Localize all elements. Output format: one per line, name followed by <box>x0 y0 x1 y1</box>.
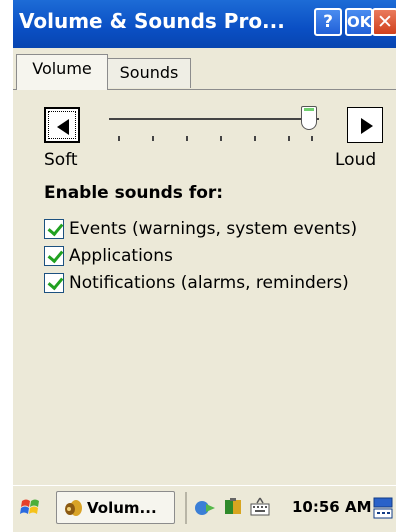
clock[interactable]: 10:56 AM <box>292 498 372 516</box>
volume-slider-thumb[interactable] <box>300 106 317 130</box>
device-screen: Volume & Sounds Pro... ? OK ✕ Volume Sou… <box>13 0 398 532</box>
tab-sounds[interactable]: Sounds <box>107 58 191 88</box>
tray-divider <box>185 492 187 524</box>
checkbox-label[interactable]: Applications <box>69 246 173 266</box>
slider-tick <box>220 136 222 141</box>
slider-tick <box>186 136 188 141</box>
slider-tick <box>118 136 120 141</box>
slider-tick <box>311 136 313 141</box>
right-arrow-icon <box>361 118 373 134</box>
input-panel-icon[interactable] <box>372 496 394 520</box>
help-button[interactable]: ? <box>314 8 342 36</box>
checkbox-box[interactable] <box>44 246 64 266</box>
ok-button[interactable]: OK <box>345 8 373 36</box>
sync-icon[interactable] <box>222 496 244 518</box>
enable-sounds-heading: Enable sounds for: <box>44 183 224 203</box>
tab-strip: Volume Sounds <box>13 52 396 92</box>
volume-increase-button[interactable] <box>347 107 383 143</box>
taskbar: Volum... 10:56 AM <box>13 485 396 532</box>
volume-decrease-button[interactable] <box>44 107 80 143</box>
slider-tick <box>152 136 154 141</box>
slider-tick <box>288 136 290 141</box>
volume-app-icon <box>65 500 82 516</box>
slider-tick <box>254 136 256 141</box>
checkbox-label[interactable]: Events (warnings, system events) <box>69 219 357 239</box>
soft-label: Soft <box>44 150 78 170</box>
checkbox-box[interactable] <box>44 219 64 239</box>
checkbox-box[interactable] <box>44 273 64 293</box>
task-button-label: Volum... <box>87 499 157 517</box>
tab-volume[interactable]: Volume <box>16 54 108 90</box>
volume-slider-track[interactable] <box>109 118 319 120</box>
left-arrow-icon <box>57 119 69 135</box>
close-button[interactable]: ✕ <box>372 8 398 36</box>
title-bar: Volume & Sounds Pro... ? OK ✕ <box>13 0 398 48</box>
checkbox-label[interactable]: Notifications (alarms, reminders) <box>69 273 349 293</box>
task-button-volume[interactable]: Volum... <box>56 491 175 524</box>
keyboard-icon[interactable] <box>249 496 271 518</box>
window-title: Volume & Sounds Pro... <box>19 9 285 33</box>
start-flag-icon[interactable] <box>19 496 43 520</box>
network-icon[interactable] <box>194 496 216 518</box>
loud-label: Loud <box>335 150 377 170</box>
